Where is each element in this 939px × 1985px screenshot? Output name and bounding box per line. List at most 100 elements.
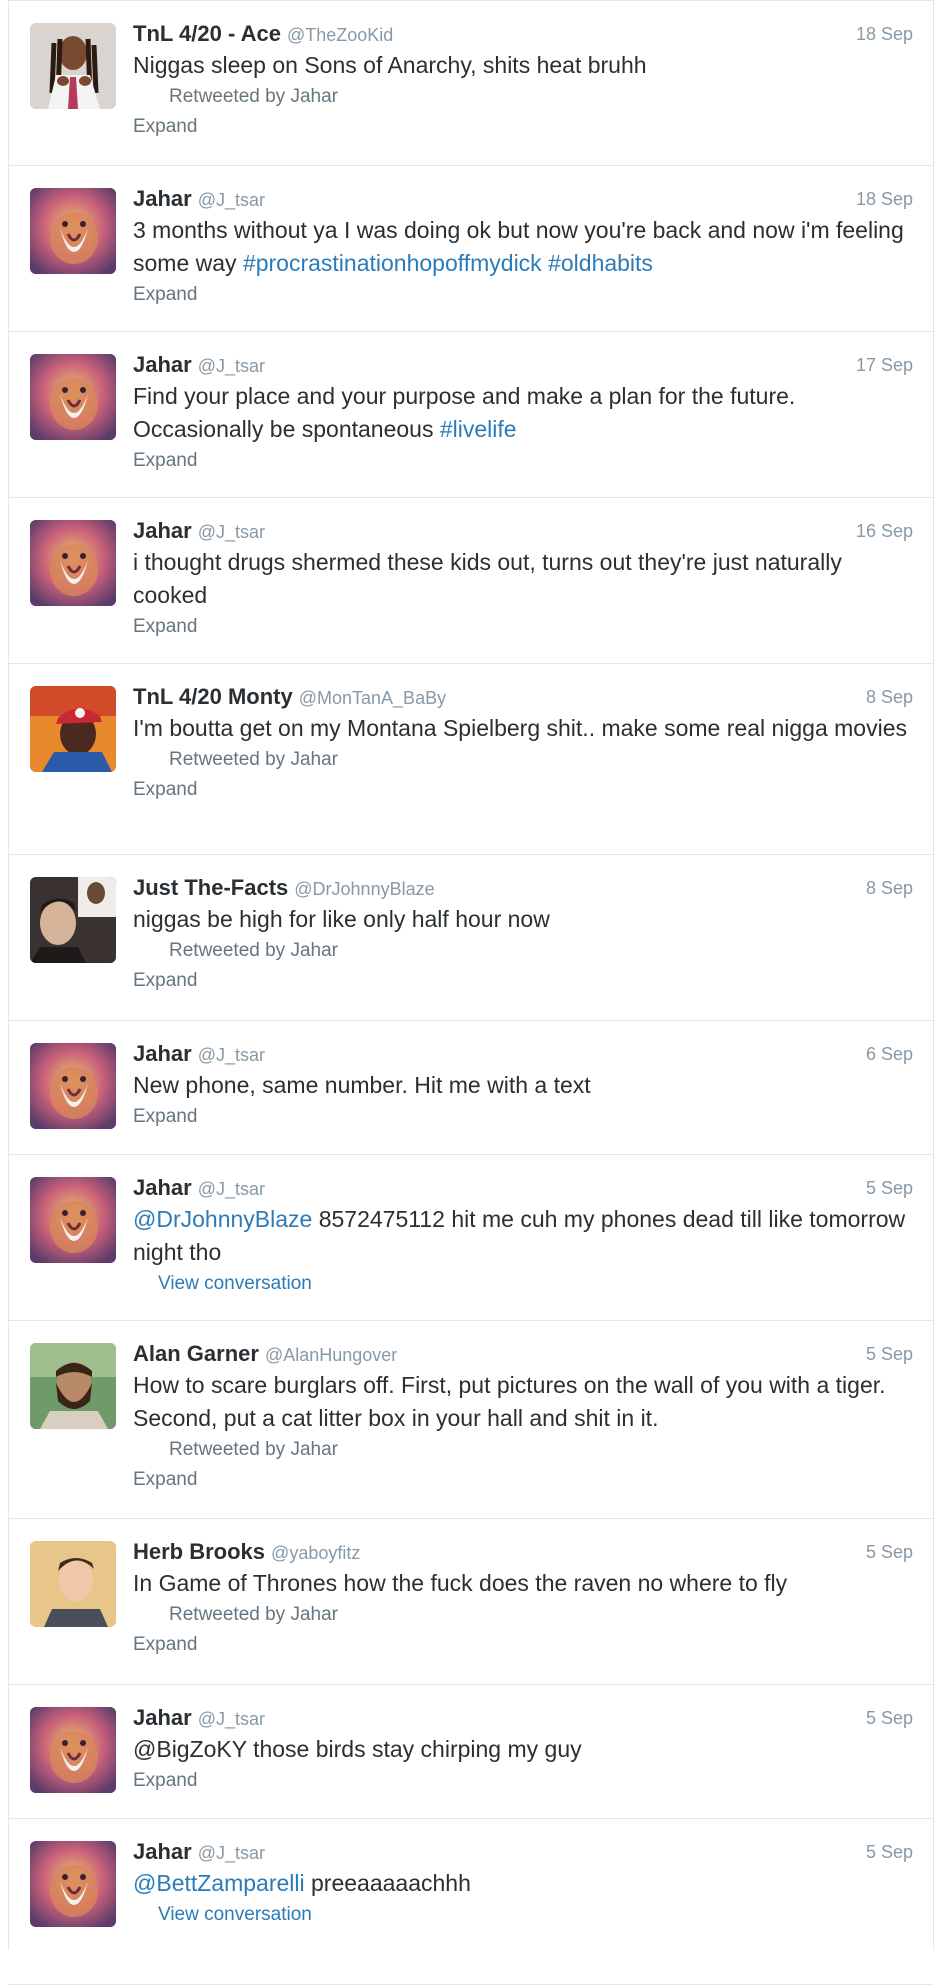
tweet-header: Herb Brooks @yaboyfitz 5 Sep [133, 1537, 913, 1567]
avatar[interactable] [30, 1707, 116, 1793]
tweet-timestamp[interactable]: 5 Sep [866, 1537, 913, 1567]
tweet-timestamp[interactable]: 8 Sep [866, 682, 913, 712]
author-name[interactable]: Jahar [133, 1705, 192, 1730]
tweet-text-segment: Niggas sleep on Sons of Anarchy, shits h… [133, 52, 647, 78]
author-handle[interactable]: @J_tsar [198, 1045, 265, 1065]
tweet-timestamp[interactable]: 5 Sep [866, 1703, 913, 1733]
tweet-text: New phone, same number. Hit me with a te… [133, 1069, 913, 1102]
tweet-content: Jahar @J_tsar 16 Sep i thought drugs sherme… [133, 516, 913, 642]
retweeted-by-label[interactable]: Retweeted by Jahar [169, 745, 913, 775]
avatar[interactable] [30, 877, 116, 963]
author-handle[interactable]: @J_tsar [198, 1709, 265, 1729]
retweeted-by-label[interactable]: Retweeted by Jahar [169, 936, 913, 966]
retweeted-by-label[interactable]: Retweeted by Jahar [169, 82, 913, 112]
author-name[interactable]: Jahar [133, 186, 192, 211]
tweet-content: TnL 4/20 - Ace @TheZooKid 18 Sep Niggas sle… [133, 19, 913, 142]
tweet[interactable]: Herb Brooks @yaboyfitz 5 Sep In Game of Thr… [9, 1519, 933, 1685]
avatar[interactable] [30, 520, 116, 606]
tweet-link[interactable]: @DrJohnnyBlaze [133, 1206, 312, 1232]
avatar[interactable] [30, 1841, 116, 1927]
tweet-timestamp[interactable]: 16 Sep [856, 516, 913, 546]
expand-link[interactable]: Expand [133, 1102, 913, 1132]
tweet-timestamp[interactable]: 18 Sep [856, 19, 913, 49]
author-handle[interactable]: @J_tsar [198, 190, 265, 210]
expand-link[interactable]: Expand [133, 1465, 913, 1495]
tweet[interactable]: Jahar @J_tsar 5 Sep @DrJohnnyBlaze 85724751… [9, 1155, 933, 1321]
tweet-content: Jahar @J_tsar 5 Sep @BettZamparelli preeaaa… [133, 1837, 913, 1930]
author-name[interactable]: Jahar [133, 1839, 192, 1864]
author-name[interactable]: Alan Garner [133, 1341, 259, 1366]
tweet-link[interactable]: #oldhabits [548, 250, 653, 276]
expand-link[interactable]: Expand [133, 612, 913, 642]
tweet-text-segment: In Game of Thrones how the fuck does the… [133, 1570, 788, 1596]
tweet-content: Just The-Facts @DrJohnnyBlaze 8 Sep niggas … [133, 873, 913, 996]
tweet[interactable]: Jahar @J_tsar 17 Sep Find your place and yo… [9, 332, 933, 498]
retweeted-by-label[interactable]: Retweeted by Jahar [169, 1435, 913, 1465]
tweet-timestamp[interactable]: 5 Sep [866, 1339, 913, 1369]
avatar[interactable] [30, 1541, 116, 1627]
author-name[interactable]: Jahar [133, 1041, 192, 1066]
tweet[interactable]: Alan Garner @AlanHungover 5 Sep How to scar… [9, 1321, 933, 1519]
author-name[interactable]: Jahar [133, 352, 192, 377]
tweet-text-segment: preeaaaaachhh [304, 1870, 471, 1896]
tweet-timestamp[interactable]: 5 Sep [866, 1173, 913, 1203]
tweet-content: TnL 4/20 Monty @MonTanA_BaBy 8 Sep I'm bout… [133, 682, 913, 805]
tweet-link[interactable]: @BettZamparelli [133, 1870, 305, 1896]
author-handle[interactable]: @J_tsar [198, 1843, 265, 1863]
author-handle[interactable]: @TheZooKid [287, 25, 393, 45]
tweet[interactable]: Just The-Facts @DrJohnnyBlaze 8 Sep niggas … [9, 855, 933, 1021]
author-handle[interactable]: @J_tsar [198, 1179, 265, 1199]
avatar[interactable] [30, 23, 116, 109]
tweet[interactable]: Jahar @J_tsar 18 Sep 3 months without ya I … [9, 166, 933, 332]
retweeted-by-label[interactable]: Retweeted by Jahar [169, 1600, 913, 1630]
tweet[interactable]: Jahar @J_tsar 16 Sep i thought drugs sherme… [9, 498, 933, 664]
expand-link[interactable]: Expand [133, 1630, 913, 1660]
tweet-header: Alan Garner @AlanHungover 5 Sep [133, 1339, 913, 1369]
expand-link[interactable]: Expand [133, 1766, 913, 1796]
tweet[interactable]: Jahar @J_tsar 5 Sep @BigZoKY those birds st… [9, 1685, 933, 1819]
author-name[interactable]: Jahar [133, 518, 192, 543]
expand-link[interactable]: Expand [133, 966, 913, 996]
avatar[interactable] [30, 1043, 116, 1129]
tweet-content: Jahar @J_tsar 5 Sep @DrJohnnyBlaze 85724751… [133, 1173, 913, 1299]
tweet[interactable]: Jahar @J_tsar 5 Sep @BettZamparelli preeaaa… [9, 1819, 933, 1985]
author-name[interactable]: Jahar [133, 1175, 192, 1200]
tweet-text-segment: New phone, same number. Hit me with a te… [133, 1072, 591, 1098]
author-handle[interactable]: @MonTanA_BaBy [299, 688, 446, 708]
author-handle[interactable]: @DrJohnnyBlaze [294, 879, 434, 899]
tweet[interactable]: TnL 4/20 Monty @MonTanA_BaBy 8 Sep I'm bout… [9, 664, 933, 855]
tweet-link[interactable]: #procrastinationhopoffmydick [243, 250, 542, 276]
view-conversation-link[interactable]: View conversation [158, 1269, 913, 1299]
avatar[interactable] [30, 1343, 116, 1429]
author-handle[interactable]: @yaboyfitz [271, 1543, 360, 1563]
avatar[interactable] [30, 188, 116, 274]
author-name[interactable]: Herb Brooks [133, 1539, 265, 1564]
tweet-timestamp[interactable]: 17 Sep [856, 350, 913, 380]
tweet-timestamp[interactable]: 6 Sep [866, 1039, 913, 1069]
tweet[interactable]: TnL 4/20 - Ace @TheZooKid 18 Sep Niggas sle… [9, 0, 933, 166]
author-handle[interactable]: @J_tsar [198, 356, 265, 376]
tweet-text: In Game of Thrones how the fuck does the… [133, 1567, 913, 1600]
avatar[interactable] [30, 354, 116, 440]
author-handle[interactable]: @J_tsar [198, 522, 265, 542]
tweet-header: Jahar @J_tsar 5 Sep [133, 1837, 913, 1867]
author-name[interactable]: TnL 4/20 - Ace [133, 21, 281, 46]
avatar[interactable] [30, 686, 116, 772]
author-name[interactable]: Just The-Facts [133, 875, 288, 900]
tweet[interactable]: Jahar @J_tsar 6 Sep New phone, same number.… [9, 1021, 933, 1155]
author-name[interactable]: TnL 4/20 Monty [133, 684, 293, 709]
expand-link[interactable]: Expand [133, 446, 913, 476]
tweet-timeline: TnL 4/20 - Ace @TheZooKid 18 Sep Niggas sle… [8, 0, 934, 1985]
tweet-timestamp[interactable]: 18 Sep [856, 184, 913, 214]
expand-link[interactable]: Expand [133, 112, 913, 142]
expand-link[interactable]: Expand [133, 775, 913, 805]
view-conversation-link[interactable]: View conversation [158, 1900, 913, 1930]
tweet-header: TnL 4/20 Monty @MonTanA_BaBy 8 Sep [133, 682, 913, 712]
tweet-timestamp[interactable]: 8 Sep [866, 873, 913, 903]
tweet-timestamp[interactable]: 5 Sep [866, 1837, 913, 1867]
tweet-text: Find your place and your purpose and mak… [133, 380, 913, 446]
expand-link[interactable]: Expand [133, 280, 913, 310]
author-handle[interactable]: @AlanHungover [265, 1345, 397, 1365]
avatar[interactable] [30, 1177, 116, 1263]
tweet-link[interactable]: #livelife [440, 416, 517, 442]
